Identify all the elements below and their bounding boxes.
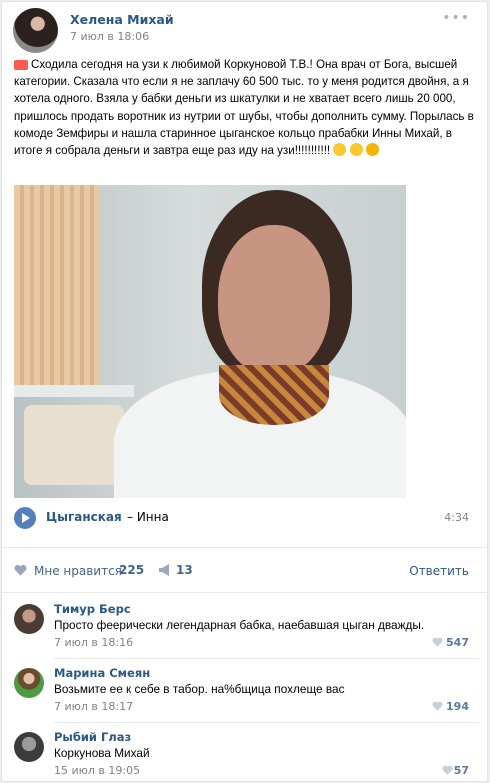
post-body: Сходила сегодня на узи к любимой Коркуно… — [14, 58, 474, 158]
divider — [2, 592, 487, 593]
comment-author[interactable]: Тимур Берс — [54, 602, 131, 616]
comment-text: Просто феерически легендарная бабка, нае… — [54, 618, 425, 632]
grin-emoji-icon — [365, 143, 379, 157]
post-date[interactable]: 7 июл в 18:06 — [70, 30, 149, 43]
comment-author[interactable]: Рыбий Глаз — [54, 730, 131, 744]
divider — [54, 722, 479, 723]
comment-date[interactable]: 7 июл в 18:16 — [54, 636, 133, 649]
post-header: Хелена Михай 7 июл в 18:06 ••• — [13, 8, 478, 53]
photo-curtain — [14, 185, 99, 385]
heart-icon[interactable] — [432, 701, 443, 711]
comment-text: Возьмите ее к себе в табор. на%бщица пох… — [54, 682, 345, 696]
comment-item: Рыбий Глаз Коркунова Михай 15 июл в 19:0… — [14, 730, 469, 781]
photo-scarf — [219, 365, 329, 425]
like-count[interactable]: 225 — [119, 563, 144, 577]
photo-face — [218, 225, 330, 375]
comment-item: Тимур Берс Просто феерически легендарная… — [14, 602, 469, 660]
photo-sill — [14, 385, 134, 397]
comment-item: Марина Смеян Возьмите ее к себе в табор.… — [14, 666, 469, 724]
comment-like-count[interactable]: 194 — [446, 700, 469, 713]
comment-avatar[interactable] — [14, 668, 44, 698]
heart-icon[interactable] — [432, 637, 443, 647]
comment-like-count[interactable]: 547 — [446, 636, 469, 649]
post-author[interactable]: Хелена Михай — [70, 12, 174, 27]
divider — [2, 547, 487, 548]
chick-emoji-icon — [349, 143, 363, 157]
audio-duration: 4:34 — [444, 511, 469, 524]
post-photo[interactable] — [14, 185, 406, 498]
more-options-icon[interactable]: ••• — [442, 10, 470, 26]
comment-date[interactable]: 7 июл в 18:17 — [54, 700, 133, 713]
comment-text: Коркунова Михай — [54, 746, 150, 760]
megaphone-icon[interactable] — [158, 564, 172, 576]
like-button[interactable]: Мне нравится — [34, 564, 122, 578]
reply-button[interactable]: Ответить — [409, 564, 469, 578]
comment-author[interactable]: Марина Смеян — [54, 666, 150, 680]
heart-icon[interactable] — [442, 765, 453, 775]
comment-avatar[interactable] — [14, 604, 44, 634]
chick-emoji-icon — [333, 143, 347, 157]
author-avatar[interactable] — [13, 8, 58, 53]
comment-date[interactable]: 15 июл в 19:05 — [54, 764, 140, 777]
heart-icon[interactable] — [14, 564, 27, 576]
photo-chair — [24, 405, 124, 485]
audio-artist[interactable]: Цыганская — [46, 510, 122, 524]
post-card: Хелена Михай 7 июл в 18:06 ••• Сходила с… — [1, 1, 488, 782]
post-text: Сходила сегодня на узи к любимой Коркуно… — [14, 56, 476, 159]
comment-avatar[interactable] — [14, 732, 44, 762]
post-actions: Мне нравится 225 13 Ответить — [14, 562, 469, 580]
divider — [54, 658, 479, 659]
audio-title[interactable]: – Инна — [127, 510, 169, 524]
share-count[interactable]: 13 — [176, 563, 193, 577]
audio-attachment: Цыганская – Инна 4:34 — [14, 507, 469, 529]
comment-like-count[interactable]: 57 — [454, 764, 469, 777]
play-icon[interactable] — [14, 507, 36, 529]
ambulance-emoji-icon — [14, 60, 28, 70]
